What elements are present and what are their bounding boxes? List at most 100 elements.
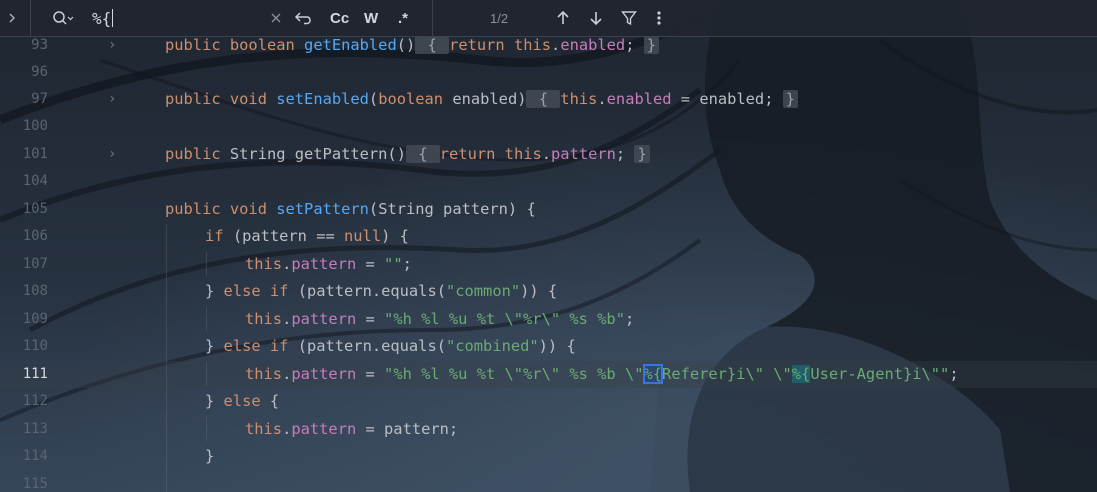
code-text: } else if (pattern.equals("common")) {	[205, 278, 557, 305]
match-case-button[interactable]: Cc	[330, 0, 349, 36]
folded-region[interactable]: {	[415, 36, 450, 54]
keyword: this	[504, 145, 542, 163]
code-line[interactable]: 112 } else {	[0, 388, 1097, 415]
code-line-current[interactable]: 111 this.pattern = "%h %l %u %t \"%r\" %…	[0, 361, 1097, 388]
fold-chevron-icon[interactable]: ›	[108, 141, 116, 168]
keyword: this	[513, 36, 552, 54]
match-count: 1/2	[490, 10, 509, 26]
keyword: public	[165, 36, 221, 54]
new-line-icon[interactable]	[294, 0, 312, 36]
field: pattern	[551, 145, 616, 163]
fold-chevron-icon[interactable]: ›	[108, 86, 116, 113]
line-number: 105	[22, 201, 48, 217]
code-token: }	[205, 447, 215, 465]
field: enabled	[606, 90, 672, 108]
code-token: (	[368, 90, 379, 108]
code-token: )) {	[520, 282, 558, 300]
code-token: ;	[625, 36, 644, 54]
chevron-right-icon[interactable]	[6, 0, 18, 36]
code-token: =	[356, 255, 385, 273]
indent-guide	[206, 362, 207, 386]
code-token: ) {	[381, 227, 409, 245]
keyword: if	[205, 227, 224, 245]
keyword: if	[269, 282, 289, 300]
fold-chevron-icon[interactable]: ›	[108, 36, 116, 59]
whole-words-button[interactable]: W	[364, 0, 378, 36]
arrow-up-icon[interactable]	[556, 0, 570, 36]
code-line[interactable]: 101 › public String getPattern() { retur…	[0, 141, 1097, 168]
keyword: this	[245, 310, 283, 328]
divider	[30, 0, 31, 36]
keyword: this	[245, 255, 283, 273]
folded-region[interactable]: }	[643, 36, 660, 54]
folded-region[interactable]: }	[634, 145, 650, 163]
folded-region[interactable]: {	[526, 90, 561, 108]
code-line[interactable]: 110 } else if (pattern.equals("combined"…	[0, 333, 1097, 360]
filter-icon[interactable]	[621, 0, 637, 36]
code-token: (pattern ==	[223, 227, 345, 245]
search-input[interactable]: %{	[92, 0, 114, 36]
indent-guide	[206, 307, 207, 331]
close-icon[interactable]	[270, 0, 282, 36]
code-token: String getPattern	[229, 145, 388, 163]
keyword: else	[223, 282, 261, 300]
code-line[interactable]: 96	[0, 59, 1097, 86]
line-number: 115	[22, 476, 48, 492]
code-line[interactable]: 113 this.pattern = pattern;	[0, 416, 1097, 443]
code-line[interactable]: 107 this.pattern = "";	[0, 251, 1097, 278]
find-bar: %{ Cc W .* 1/2	[0, 0, 1097, 37]
line-number: 114	[22, 448, 48, 464]
search-history-icon[interactable]	[52, 0, 74, 36]
field: pattern	[291, 255, 357, 273]
code-text: public void setPattern(String pattern) {	[165, 196, 536, 223]
keyword: this	[245, 420, 283, 438]
folded-region[interactable]: }	[782, 90, 799, 108]
code-editor[interactable]: 93 › public boolean getEnabled() { retur…	[0, 36, 1097, 492]
keyword: void	[229, 90, 267, 108]
line-number: 109	[22, 311, 48, 327]
method-name: getEnabled	[304, 36, 397, 54]
folded-region[interactable]: {	[405, 145, 440, 163]
keyword: this	[560, 90, 598, 108]
code-text: public void setEnabled(boolean enabled) …	[165, 86, 799, 113]
code-token: .	[282, 420, 292, 438]
code-token: ;	[402, 255, 412, 273]
indent-guide	[166, 224, 167, 492]
code-line[interactable]: 104	[0, 168, 1097, 195]
code-token: }	[205, 282, 224, 300]
code-line[interactable]: 115	[0, 471, 1097, 492]
string-literal: "combined"	[445, 337, 539, 355]
code-line[interactable]: 114 }	[0, 443, 1097, 470]
code-line[interactable]: 109 this.pattern = "%h %l %u %t \"%r\" %…	[0, 306, 1097, 333]
field: pattern	[291, 365, 357, 383]
more-vertical-icon[interactable]	[656, 0, 662, 36]
code-token: }	[205, 337, 224, 355]
code-text: public boolean getEnabled() { return thi…	[165, 36, 660, 59]
line-number: 93	[31, 37, 48, 53]
code-line[interactable]: 97 › public void setEnabled(boolean enab…	[0, 86, 1097, 113]
line-number: 111	[22, 366, 48, 382]
keyword: public	[165, 90, 221, 108]
divider	[432, 0, 433, 36]
line-number: 107	[22, 256, 48, 272]
code-line[interactable]: 100	[0, 113, 1097, 140]
code-line[interactable]: 108 } else if (pattern.equals("common"))…	[0, 278, 1097, 305]
regex-button[interactable]: .*	[398, 0, 408, 36]
string-literal: "%h %l %u %t \"%r\" %s %b \"	[384, 365, 644, 383]
arrow-down-icon[interactable]	[589, 0, 603, 36]
search-match[interactable]: %{	[791, 365, 811, 383]
code-line[interactable]: 105 public void setPattern(String patter…	[0, 196, 1097, 223]
line-number: 100	[22, 118, 48, 134]
code-token: ()	[387, 145, 406, 163]
search-match-selected[interactable]: %{	[642, 364, 664, 384]
code-line[interactable]: 106 if (pattern == null) {	[0, 223, 1097, 250]
code-line[interactable]: 93 › public boolean getEnabled() { retur…	[0, 36, 1097, 59]
code-text: }	[205, 443, 214, 470]
code-text: this.pattern = "%h %l %u %t \"%r\" %s %b…	[245, 361, 959, 388]
